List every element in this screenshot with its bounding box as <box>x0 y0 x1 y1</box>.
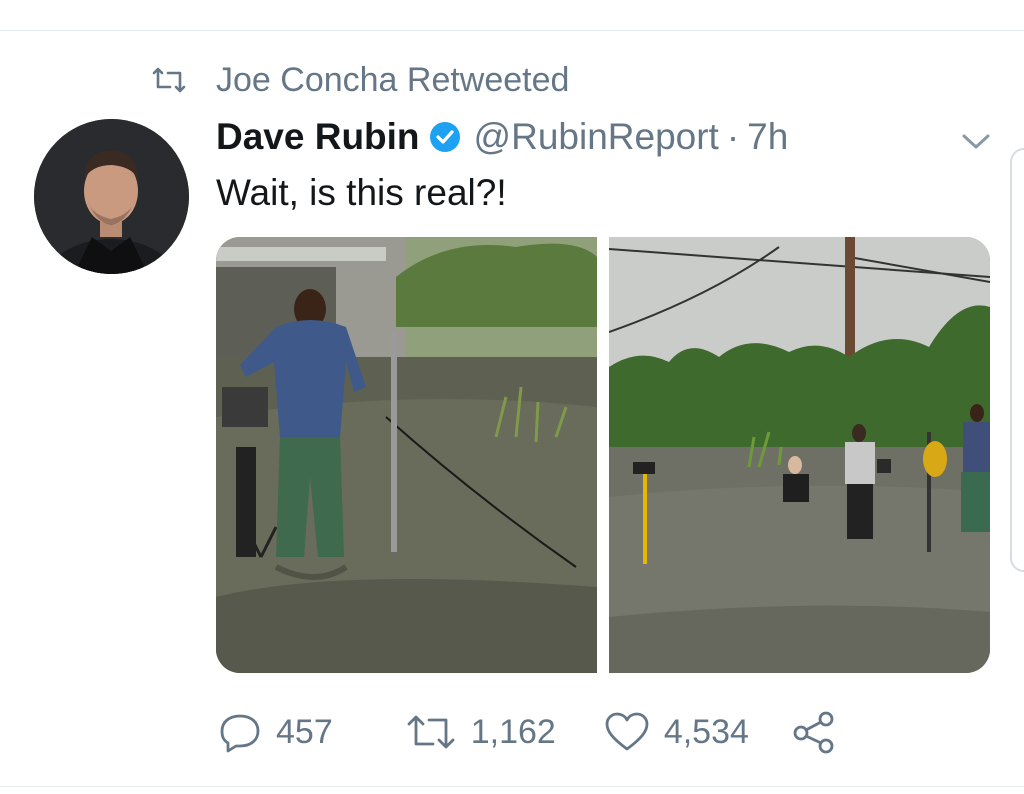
retweet-icon <box>405 712 457 752</box>
top-divider <box>0 0 1024 31</box>
retweet-context[interactable]: Joe Concha Retweeted <box>150 60 569 100</box>
share-icon <box>791 709 837 755</box>
retweet-count: 1,162 <box>470 712 556 751</box>
heart-icon <box>604 711 650 753</box>
tweet-actions: 457 1,162 4,534 <box>216 706 837 758</box>
tweet-media <box>216 237 990 673</box>
retweeted-by-label: Joe Concha Retweeted <box>216 60 570 99</box>
meta-separator: · <box>726 116 740 157</box>
tweet-header: Dave Rubin @RubinReport · 7h <box>216 112 788 162</box>
like-count: 4,534 <box>663 712 749 751</box>
scrollbar[interactable] <box>1010 148 1024 572</box>
like-button[interactable]: 4,534 <box>604 711 749 753</box>
reply-icon <box>218 710 262 754</box>
retweet-icon <box>150 65 190 95</box>
tweet-text: Wait, is this real?! <box>216 172 507 213</box>
share-button[interactable] <box>791 709 837 755</box>
photo-icon <box>609 237 990 673</box>
media-photo-2[interactable] <box>609 237 990 673</box>
retweet-button[interactable]: 1,162 <box>405 712 556 752</box>
verified-badge-icon <box>428 120 462 154</box>
chevron-down-icon[interactable] <box>958 128 994 154</box>
author-name[interactable]: Dave Rubin <box>216 116 420 158</box>
reply-button[interactable]: 457 <box>218 710 333 754</box>
reply-count: 457 <box>276 712 333 751</box>
photo-icon <box>216 237 597 673</box>
author-handle[interactable]: @RubinReport <box>474 116 719 158</box>
tweet-time[interactable]: 7h <box>747 116 788 158</box>
author-avatar[interactable] <box>34 119 189 274</box>
media-photo-1[interactable] <box>216 237 597 673</box>
